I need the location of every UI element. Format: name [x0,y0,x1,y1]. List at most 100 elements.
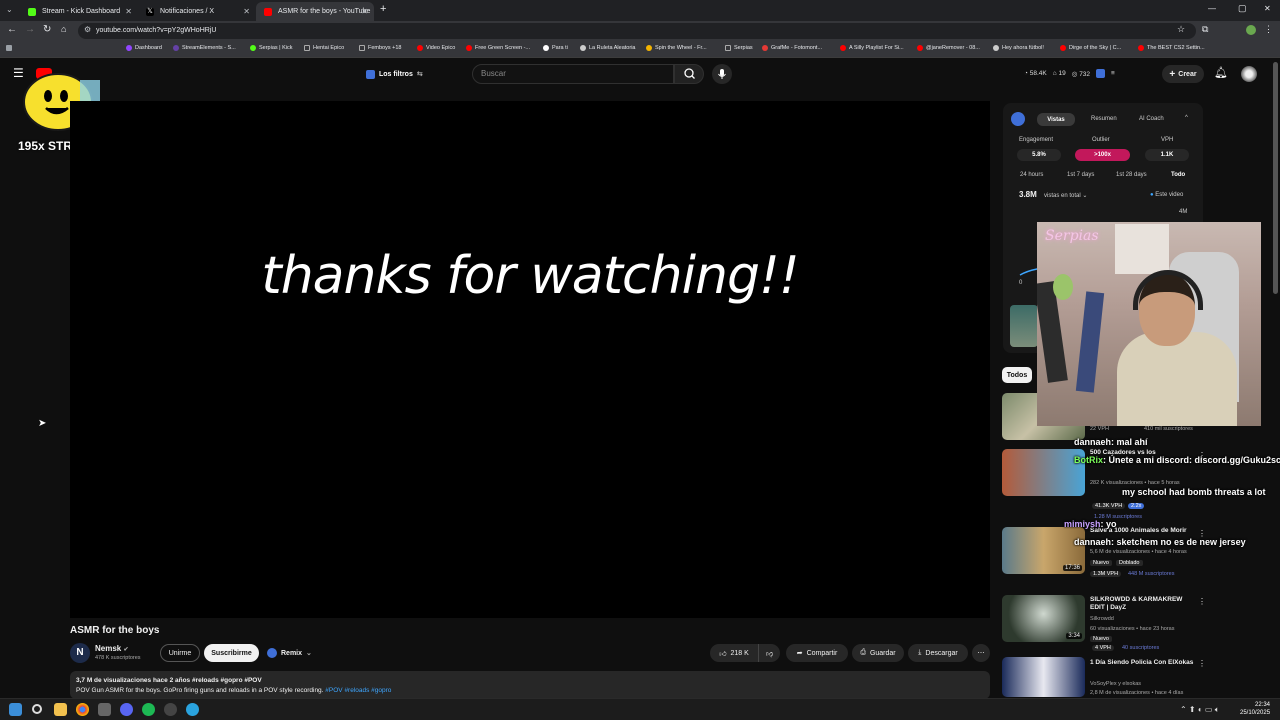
vidiq-stats[interactable]: ◔ 58.4K ⌂ 19 ◎ 732 ≡ [1024,69,1115,78]
like-button[interactable]: 👍︎ 218 K [710,644,758,662]
reload-icon[interactable]: ↻ [43,24,51,35]
range-7d[interactable]: 1st 7 days [1067,172,1094,178]
dislike-button[interactable]: 👎︎ [758,644,780,662]
maximize-button[interactable]: ▢ [1238,3,1247,14]
search-button[interactable] [674,64,704,84]
window-close-button[interactable]: ✕ [1264,4,1271,13]
menu-dots-icon[interactable]: ⋮ [1264,24,1273,35]
tab-vistas[interactable]: Vistas [1037,113,1075,126]
create-button[interactable]: + Crear [1162,65,1204,83]
voice-search-button[interactable] [712,64,732,84]
description-meta: 3,7 M de visualizaciones hace 2 años #re… [76,677,262,684]
chip-label: Todos [1006,371,1028,379]
tab-search-icon[interactable]: ⌄ [6,5,13,14]
file-explorer-icon[interactable] [54,703,67,716]
chip-todos[interactable]: Todos [1002,367,1032,383]
video-player[interactable]: thanks for watching!! [70,101,990,618]
tab-resumen[interactable]: Resumen [1091,116,1117,122]
save-button[interactable]: ⎙ Guardar [852,644,904,662]
chrome-icon[interactable] [76,703,89,716]
tab-x-notifications[interactable]: 𝕏 Notificaciones / X ✕ [138,2,256,21]
tab-youtube-video[interactable]: ASMR for the boys - YouTube ✕ [256,2,374,21]
bookmark-star-icon[interactable]: ☆ [1177,24,1185,35]
channel-avatar[interactable]: N [70,643,90,663]
bookmark-item[interactable]: La Ruleta Aleatoria [580,45,635,51]
range-28d[interactable]: 1st 28 days [1116,172,1147,178]
bookmark-item[interactable]: Serpias | Kick [250,45,293,51]
close-icon[interactable]: ✕ [243,7,250,16]
extensions-icon[interactable]: ⧉ [1202,24,1208,35]
telegram-icon[interactable] [186,703,199,716]
search-icon[interactable] [32,704,42,714]
download-button[interactable]: ⤓ Descargar [908,644,968,662]
filters-button[interactable]: Los filtros ⇆ [366,66,423,82]
video-thumbnail [1002,449,1085,496]
close-icon[interactable]: ✕ [125,7,132,16]
recommendation-item[interactable]: 3:34 SILKROWDD & KARMAKREW EDIT | DayZ S… [1002,595,1206,645]
video-description[interactable]: 3,7 M de visualizaciones hace 2 años #re… [70,671,990,699]
new-tab-button[interactable]: + [380,3,386,15]
range-24h[interactable]: 24 hours [1020,172,1043,178]
minimize-button[interactable]: — [1208,4,1216,13]
search-placeholder: Buscar [481,69,506,78]
bookmark-item[interactable]: GrafMe - Fotomont... [762,45,822,51]
video-meta: 60 visualizaciones • hace 23 horas [1090,626,1175,632]
obs-icon[interactable] [164,703,177,716]
bookmark-item[interactable]: Hentai Epico [304,45,344,51]
bookmark-item[interactable]: Dashboard [126,45,162,51]
collapse-chevron-icon[interactable]: ^ [1185,115,1188,121]
tray-icons[interactable]: ⌃ ⬆ ◐ ▭ 🔈︎ [1180,705,1220,715]
tab-kick-dashboard[interactable]: Stream - Kick Dashboard ✕ [20,2,138,21]
back-icon[interactable]: ← [7,24,17,35]
join-label: Unirme [168,649,192,657]
notifications-bell-icon[interactable]: 🔔︎ [1214,66,1228,79]
more-dots-icon[interactable]: ⋮ [1198,659,1206,668]
channel-name[interactable]: Nemsk ✔ [95,644,129,653]
share-button[interactable]: ➦ Compartir [786,644,848,662]
close-icon[interactable]: ✕ [361,7,368,16]
range-all[interactable]: Todo [1171,172,1185,178]
bookmark-item[interactable]: @janeRemover - 08... [917,45,980,51]
join-button[interactable]: Unirme [160,644,200,662]
bookmark-item[interactable]: Para ti [543,45,568,51]
new-badge: Nuevo [1090,560,1112,566]
recommendation-item[interactable]: 17:36 Salve a 1000 Animales de Morir 5,6… [1002,527,1206,577]
remix-button[interactable]: Remix ⌄ [264,644,318,662]
forward-icon[interactable]: → [25,24,35,35]
filters-label: Los filtros [379,70,413,78]
spotify-icon[interactable] [142,703,155,716]
bookmark-item[interactable]: Video Epico [417,45,455,51]
bookmark-item[interactable]: Spin the Wheel - Fr... [646,45,707,51]
bookmark-item[interactable]: Femboys +18 [359,45,401,51]
bookmark-item[interactable]: Dirge of the Sky | C... [1060,45,1121,51]
bookmark-item[interactable]: A Silly Playlist For Si... [840,45,904,51]
windows-start-icon[interactable] [9,703,22,716]
discord-icon[interactable] [120,703,133,716]
more-dots-icon[interactable]: ⋮ [1198,597,1206,606]
bookmark-item[interactable]: StreamElements - S... [173,45,236,51]
home-icon[interactable]: ⌂ [61,24,66,34]
remix-label: Remix [281,649,303,657]
tab-ai-coach[interactable]: AI Coach [1139,116,1164,122]
profile-avatar-icon[interactable] [1246,25,1256,35]
clock[interactable]: 22:34 25/10/2025 [1240,701,1270,717]
url-field[interactable]: youtube.com/watch?v=pY2gWHoHRjU [78,23,1196,39]
page-scrollbar[interactable] [1273,62,1278,294]
apps-grid-icon[interactable] [6,45,15,51]
bookmark-item[interactable]: Hey ahora fútbol! [993,45,1044,51]
site-info-icon[interactable]: ⚙ [84,25,91,34]
related-thumb[interactable] [1010,305,1038,347]
total-views-label[interactable]: vistas en total ⌄ [1044,192,1087,199]
engagement-value: 5.8% [1017,149,1061,161]
share-label: Compartir [806,649,838,657]
bookmark-item[interactable]: Serpias [725,45,753,51]
bookmark-item[interactable]: The BEST CS2 Settin... [1138,45,1205,51]
bookmark-item[interactable]: Free Green Screen -... [466,45,530,51]
more-actions-button[interactable]: ⋯ [972,644,990,662]
subscribe-button[interactable]: Suscribirme [204,644,259,662]
search-input[interactable]: Buscar [472,64,674,84]
app-icon[interactable] [98,703,111,716]
account-avatar[interactable] [1241,66,1257,82]
tab-title: Stream - Kick Dashboard [42,8,121,15]
recommendation-item[interactable]: 1 Día Siendo Policia Con ElXokas VoSoyPl… [1002,657,1206,697]
